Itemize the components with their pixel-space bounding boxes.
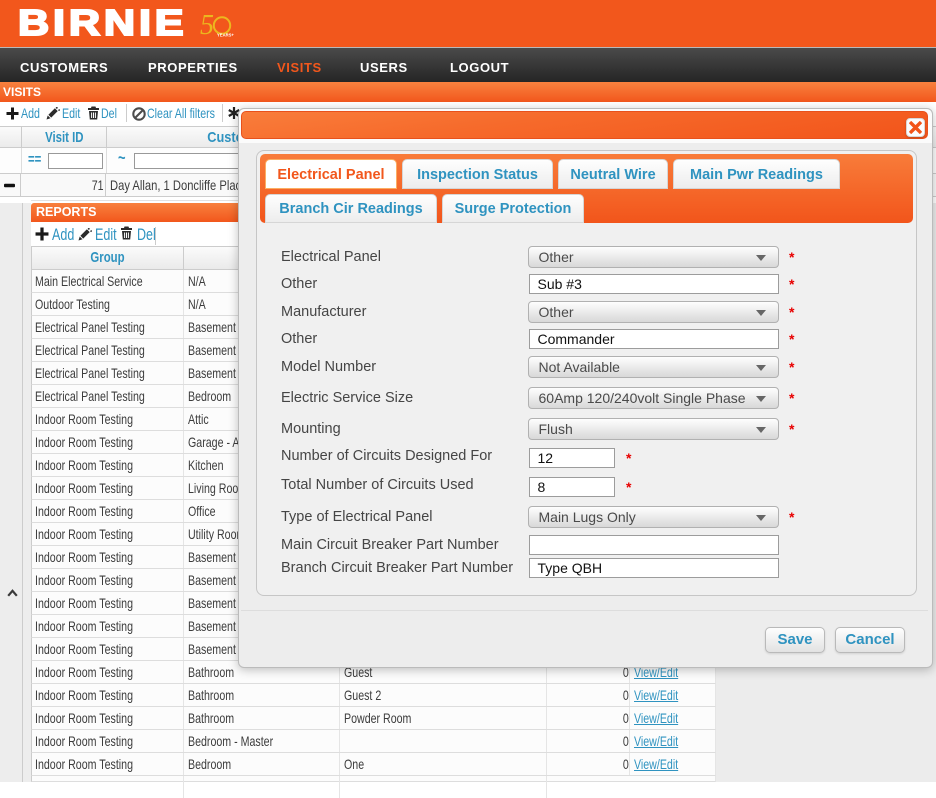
svg-text:YEARS+: YEARS+ [217,33,234,38]
svg-text:5: 5 [200,10,214,40]
